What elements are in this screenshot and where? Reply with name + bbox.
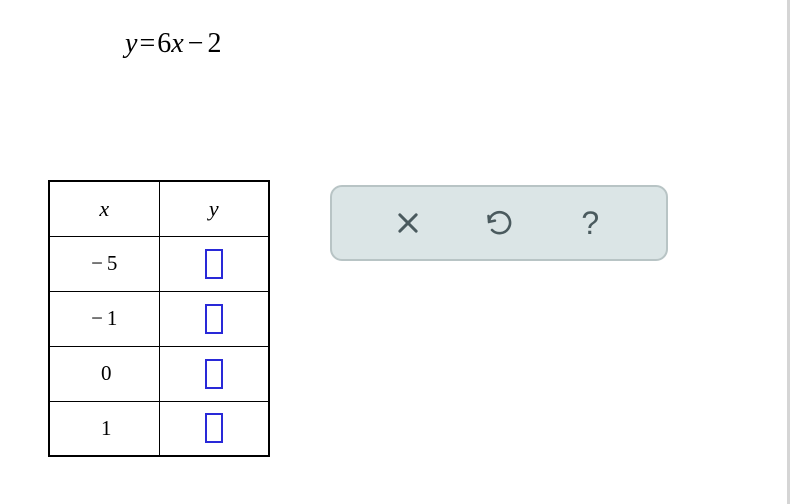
equation-coef: 6 [157,28,171,59]
toolbar: ? [330,185,668,261]
table-row: −5 [49,236,269,291]
minus-sign: − [188,28,204,59]
undo-icon [485,209,513,237]
table-row: 0 [49,346,269,401]
table-header-row: x y [49,181,269,236]
column-header-y: y [159,181,269,236]
y-input[interactable] [205,304,223,334]
equation-const: 2 [207,28,221,59]
equation-rhs-var: x [171,28,183,59]
y-input[interactable] [205,359,223,389]
question-icon: ? [581,205,599,242]
x-value-cell: −5 [49,236,159,291]
equation: y=6x−2 [125,28,221,60]
x-value-cell: 0 [49,346,159,401]
y-value-cell [159,346,269,401]
y-value-cell [159,291,269,346]
clear-button[interactable] [388,203,428,243]
y-input[interactable] [205,249,223,279]
table-row: 1 [49,401,269,456]
help-button[interactable]: ? [570,203,610,243]
y-value-cell [159,401,269,456]
x-value-cell: 1 [49,401,159,456]
reset-button[interactable] [479,203,519,243]
y-value-cell [159,236,269,291]
scrollbar-track [787,0,790,504]
equation-lhs-var: y [125,28,137,59]
y-input[interactable] [205,413,223,443]
column-header-x: x [49,181,159,236]
table-row: −1 [49,291,269,346]
equals-sign: = [139,28,155,59]
x-value-cell: −1 [49,291,159,346]
close-icon [394,209,422,237]
xy-table: x y −5 −1 0 1 [48,180,270,457]
